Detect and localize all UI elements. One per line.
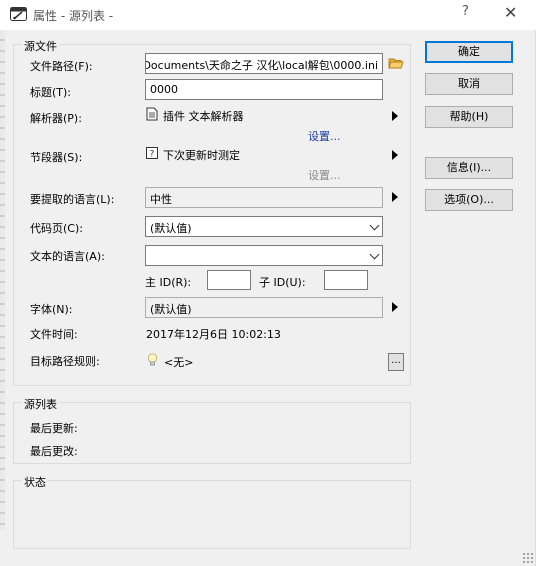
parser-label: 解析器(P): xyxy=(30,112,82,125)
source-list-group-title: 源列表 xyxy=(22,396,59,412)
file-time-label: 文件时间: xyxy=(30,328,78,341)
font-label: 字体(N): xyxy=(30,303,73,316)
options-button[interactable]: 选项(O)... xyxy=(425,189,513,211)
segmenter-settings-link[interactable]: 设置... xyxy=(308,167,341,183)
last-change-label: 最后更改: xyxy=(30,445,78,458)
codepage-select-value: (默认值) xyxy=(150,222,192,235)
close-icon[interactable]: ✕ xyxy=(504,3,517,22)
window-title: 属性 - 源列表 - xyxy=(33,9,114,23)
resize-grip-icon[interactable] xyxy=(522,552,534,564)
parser-value: 插件 文本解析器 xyxy=(163,110,244,123)
target-path-rule-label: 目标路径规则: xyxy=(30,355,100,368)
title-bar: 属性 - 源列表 - ? ✕ xyxy=(0,0,536,30)
last-update-label: 最后更新: xyxy=(30,422,78,435)
text-language-label: 文本的语言(A): xyxy=(30,250,105,263)
text-language-select[interactable] xyxy=(145,245,383,266)
window-edge xyxy=(0,30,5,530)
primary-id-label: 主 ID(R): xyxy=(145,276,192,289)
ok-button[interactable]: 确定 xyxy=(425,41,513,63)
chevron-down-icon xyxy=(369,220,380,231)
codepage-label: 代码页(C): xyxy=(30,222,83,235)
question-icon: ? xyxy=(146,147,158,159)
chevron-down-icon xyxy=(369,249,380,260)
parser-settings-link[interactable]: 设置... xyxy=(308,128,341,144)
help-button[interactable]: 帮助(H) xyxy=(425,106,513,128)
extract-language-menu-arrow-icon[interactable] xyxy=(392,192,398,202)
app-icon xyxy=(10,7,27,21)
title-help-button[interactable]: ? xyxy=(462,4,469,19)
target-path-rule-browse-button[interactable]: ... xyxy=(388,353,404,371)
sub-id-label: 子 ID(U): xyxy=(259,276,306,289)
file-path-label: 文件路径(F): xyxy=(30,60,93,73)
info-button[interactable]: 信息(I)... xyxy=(425,157,513,179)
segmenter-menu-arrow-icon[interactable] xyxy=(392,150,398,160)
folder-open-icon[interactable] xyxy=(388,56,404,70)
segmenter-label: 节段器(S): xyxy=(30,151,83,164)
extract-language-label: 要提取的语言(L): xyxy=(30,193,115,206)
sub-id-field[interactable] xyxy=(324,270,368,290)
title-field[interactable]: 0000 xyxy=(145,79,383,100)
parser-menu-arrow-icon[interactable] xyxy=(392,111,398,121)
file-time-value: 2017年12月6日 10:02:13 xyxy=(146,328,281,341)
source-file-group-title: 源文件 xyxy=(22,38,59,54)
codepage-select[interactable]: (默认值) xyxy=(145,216,383,237)
font-field[interactable]: (默认值) xyxy=(145,297,383,318)
lightbulb-icon xyxy=(147,353,158,366)
status-group-title: 状态 xyxy=(22,474,48,490)
file-path-field[interactable]: e\Documents\天命之子 汉化\local解包\0000.ini xyxy=(145,53,383,74)
document-icon xyxy=(146,107,158,121)
segmenter-value: 下次更新时测定 xyxy=(163,149,240,162)
status-group: 状态 xyxy=(13,474,411,549)
cancel-button[interactable]: 取消 xyxy=(425,73,513,95)
title-label: 标题(T): xyxy=(30,86,72,99)
target-path-rule-value: <无> xyxy=(164,356,194,369)
font-menu-arrow-icon[interactable] xyxy=(392,302,398,312)
extract-language-field[interactable]: 中性 xyxy=(145,187,383,208)
svg-text:?: ? xyxy=(150,150,155,160)
primary-id-field[interactable] xyxy=(207,270,251,290)
